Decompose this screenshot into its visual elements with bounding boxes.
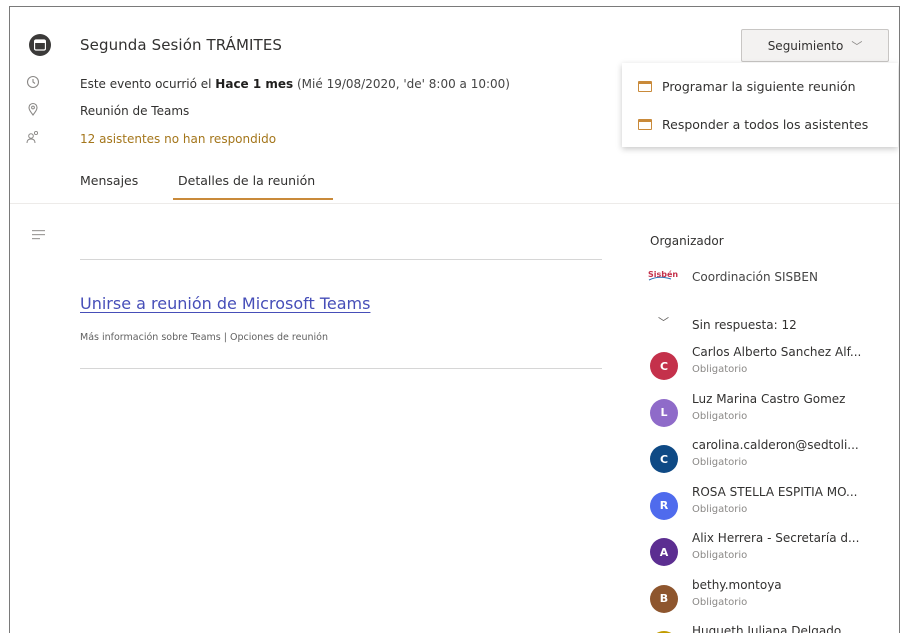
join-teams-meeting-link[interactable]: Unirse a reunión de Microsoft Teams [80,294,370,313]
active-tab-indicator [173,198,333,200]
attendee-name: bethy.montoya [692,577,782,592]
attendee-role: Obligatorio [692,596,748,608]
follow-up-menu: Programar la siguiente reunión Responder… [622,63,898,147]
organizer-logo: Sisbén [648,269,678,281]
separator: | [220,332,230,343]
avatar: L [650,398,678,427]
menu-item-label: Programar la siguiente reunión [662,78,856,94]
location-pin-icon [28,102,38,116]
attendee-item[interactable]: Bbethy.montoya Obligatorio [650,577,899,618]
organizer-name[interactable]: Coordinación SISBEN [692,270,818,284]
attendee-name: Carlos Alberto Sanchez Alf... [692,345,862,359]
meeting-details-window: Segunda Sesión TRÁMITES Este evento ocur… [9,6,900,633]
calendar-icon [29,34,51,56]
attendee-item[interactable]: L Luz Marina Castro Gomez Obligatorio [650,391,899,432]
event-time-prefix: Este evento ocurrió el [80,77,216,91]
event-location: Reunión de Teams [80,104,190,118]
attendee-name: Huqueth Juliana Delgado ... [692,624,857,633]
attendee-item[interactable]: Ccarolina.calderon@sedtoli... Obligatorio [650,438,899,478]
chevron-down-icon: ﹀ [851,39,863,53]
attendee-role: Obligatorio [692,550,748,561]
avatar: R [650,491,678,520]
notes-icon [32,230,45,240]
menu-item-reply-all[interactable]: Responder a todos los asistentes [622,106,898,142]
teams-info-row: Más información sobre Teams | Opciones d… [80,332,328,343]
meeting-options-link[interactable]: Opciones de reunión [230,332,328,343]
event-title: Segunda Sesión TRÁMITES [80,36,283,54]
attendee-name: ROSA STELLA ESPITIA MO... [692,484,858,499]
event-time-relative: Hace 1 mes [215,77,294,91]
attendee-item[interactable]: Huqueth Juliana Delgado ... [650,624,899,633]
attendee-name: Alix Herrera - Secretaría d... [692,531,860,545]
attendee-item[interactable]: A Alix Herrera - Secretaría d... Obligator… [650,531,899,571]
content-divider [80,368,602,369]
content-divider [80,259,602,260]
event-time: Este evento ocurrió el Hace 1 mes (Mié 1… [80,77,510,91]
attendee-name: carolina.calderon@sedtoli... [692,438,859,452]
attendee-role: Obligatorio [692,457,748,468]
follow-up-button[interactable]: Seguimiento ﹀ [741,29,889,62]
tab-meeting-details[interactable]: Detalles de la reunión [178,173,315,188]
avatar: A [650,538,678,566]
attendee-item[interactable]: C Carlos Alberto Sanchez Alf... Obligatori… [650,345,899,385]
attendee-role: Obligatorio [692,410,748,422]
attendee-item[interactable]: R ROSA STELLA ESPITIA MO... Obligatorio [650,484,899,525]
attendee-role: Obligatorio [692,364,748,375]
attendee-name: Luz Marina Castro Gomez [692,391,846,406]
avatar: C [650,445,678,473]
avatar: C [650,352,678,380]
follow-up-label: Seguimiento [767,38,844,53]
event-time-range: (Mié 19/08/2020, 'de' 8:00 a 10:00) [293,77,510,91]
chevron-down-icon[interactable]: ﹀ [658,314,669,330]
tab-messages[interactable]: Mensajes [80,173,138,188]
attendees-icon [26,130,39,144]
no-response-group[interactable]: Sin respuesta: 12 [692,318,797,332]
calendar-icon [638,118,652,130]
menu-item-schedule-next[interactable]: Programar la siguiente reunión [622,68,898,104]
more-info-link[interactable]: Más información sobre Teams [80,332,221,343]
header-divider [10,203,899,204]
menu-item-label: Responder a todos los asistentes [662,116,869,132]
organizer-heading: Organizador [650,234,724,248]
clock-icon [26,75,40,89]
attendees-status[interactable]: 12 asistentes no han respondido [80,132,276,146]
avatar: B [650,584,678,613]
attendee-role: Obligatorio [692,503,748,515]
calendar-icon [638,80,652,92]
